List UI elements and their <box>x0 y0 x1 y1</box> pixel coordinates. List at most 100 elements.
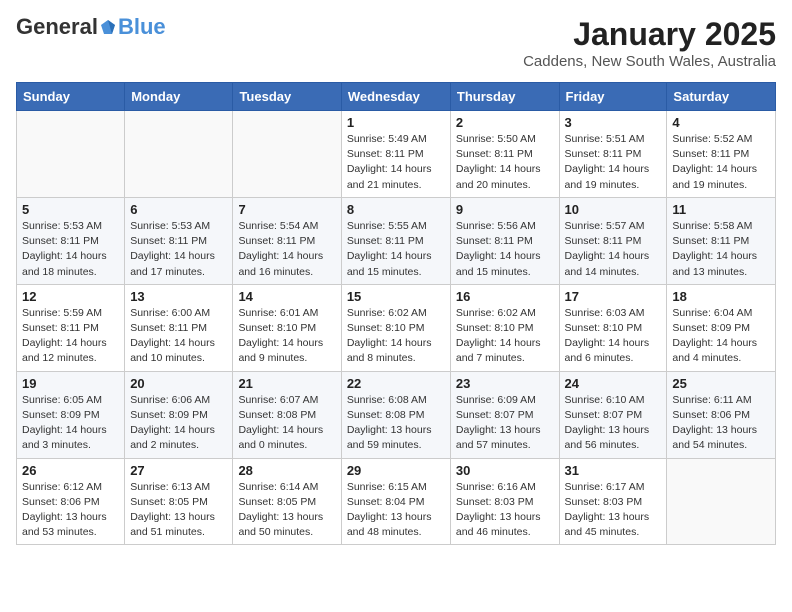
day-info: Sunrise: 5:56 AM Sunset: 8:11 PM Dayligh… <box>456 219 554 280</box>
day-info: Sunrise: 6:05 AM Sunset: 8:09 PM Dayligh… <box>22 393 119 454</box>
calendar-cell: 11 Sunrise: 5:58 AM Sunset: 8:11 PM Dayli… <box>667 197 776 284</box>
calendar-cell: 2 Sunrise: 5:50 AM Sunset: 8:11 PM Daylig… <box>450 111 559 198</box>
logo: General Blue <box>16 16 166 38</box>
day-number: 16 <box>456 289 554 304</box>
calendar-header-sunday: Sunday <box>17 83 125 111</box>
day-info: Sunrise: 6:03 AM Sunset: 8:10 PM Dayligh… <box>565 306 662 367</box>
day-info: Sunrise: 6:02 AM Sunset: 8:10 PM Dayligh… <box>347 306 445 367</box>
day-number: 8 <box>347 202 445 217</box>
calendar-cell: 29 Sunrise: 6:15 AM Sunset: 8:04 PM Dayli… <box>341 458 450 545</box>
day-info: Sunrise: 5:53 AM Sunset: 8:11 PM Dayligh… <box>22 219 119 280</box>
title-block: January 2025 Caddens, New South Wales, A… <box>523 16 776 70</box>
location-title: Caddens, New South Wales, Australia <box>523 53 776 70</box>
calendar-cell: 6 Sunrise: 5:53 AM Sunset: 8:11 PM Daylig… <box>125 197 233 284</box>
logo-flag-icon <box>99 18 117 36</box>
calendar-cell: 30Sunrise: 6:16 AM Sunset: 8:03 PM Dayli… <box>450 458 559 545</box>
calendar-cell: 14 Sunrise: 6:01 AM Sunset: 8:10 PM Dayli… <box>233 284 341 371</box>
calendar-header-thursday: Thursday <box>450 83 559 111</box>
day-info: Sunrise: 5:57 AM Sunset: 8:11 PM Dayligh… <box>565 219 662 280</box>
day-info: Sunrise: 6:04 AM Sunset: 8:09 PM Dayligh… <box>672 306 770 367</box>
calendar-cell: 28Sunrise: 6:14 AM Sunset: 8:05 PM Dayli… <box>233 458 341 545</box>
day-info: Sunrise: 6:14 AM Sunset: 8:05 PM Dayligh… <box>238 480 335 541</box>
calendar-header-saturday: Saturday <box>667 83 776 111</box>
day-info: Sunrise: 6:01 AM Sunset: 8:10 PM Dayligh… <box>238 306 335 367</box>
calendar-cell: 22Sunrise: 6:08 AM Sunset: 8:08 PM Dayli… <box>341 371 450 458</box>
calendar-cell: 31Sunrise: 6:17 AM Sunset: 8:03 PM Dayli… <box>559 458 667 545</box>
day-info: Sunrise: 6:13 AM Sunset: 8:05 PM Dayligh… <box>130 480 227 541</box>
calendar-cell: 17 Sunrise: 6:03 AM Sunset: 8:10 PM Dayli… <box>559 284 667 371</box>
calendar-cell <box>125 111 233 198</box>
day-info: Sunrise: 5:58 AM Sunset: 8:11 PM Dayligh… <box>672 219 770 280</box>
calendar-week-row: 19 Sunrise: 6:05 AM Sunset: 8:09 PM Dayli… <box>17 371 776 458</box>
day-number: 6 <box>130 202 227 217</box>
day-info: Sunrise: 5:55 AM Sunset: 8:11 PM Dayligh… <box>347 219 445 280</box>
calendar-week-row: 5Sunrise: 5:53 AM Sunset: 8:11 PM Daylig… <box>17 197 776 284</box>
calendar-header-friday: Friday <box>559 83 667 111</box>
day-number: 10 <box>565 202 662 217</box>
day-info: Sunrise: 5:50 AM Sunset: 8:11 PM Dayligh… <box>456 132 554 193</box>
day-number: 9 <box>456 202 554 217</box>
day-info: Sunrise: 6:11 AM Sunset: 8:06 PM Dayligh… <box>672 393 770 454</box>
day-number: 24 <box>565 376 662 391</box>
calendar-cell: 26 Sunrise: 6:12 AM Sunset: 8:06 PM Dayli… <box>17 458 125 545</box>
calendar-cell: 13 Sunrise: 6:00 AM Sunset: 8:11 PM Dayli… <box>125 284 233 371</box>
day-number: 17 <box>565 289 662 304</box>
day-number: 11 <box>672 202 770 217</box>
page-header: General Blue January 2025 Caddens, New S… <box>16 16 776 70</box>
calendar-cell: 5Sunrise: 5:53 AM Sunset: 8:11 PM Daylig… <box>17 197 125 284</box>
day-info: Sunrise: 6:06 AM Sunset: 8:09 PM Dayligh… <box>130 393 227 454</box>
calendar-cell: 20 Sunrise: 6:06 AM Sunset: 8:09 PM Dayli… <box>125 371 233 458</box>
day-info: Sunrise: 6:15 AM Sunset: 8:04 PM Dayligh… <box>347 480 445 541</box>
day-number: 12 <box>22 289 119 304</box>
day-info: Sunrise: 5:54 AM Sunset: 8:11 PM Dayligh… <box>238 219 335 280</box>
day-number: 3 <box>565 115 662 130</box>
day-info: Sunrise: 5:49 AM Sunset: 8:11 PM Dayligh… <box>347 132 445 193</box>
calendar-cell: 27 Sunrise: 6:13 AM Sunset: 8:05 PM Dayli… <box>125 458 233 545</box>
day-number: 13 <box>130 289 227 304</box>
day-info: Sunrise: 6:10 AM Sunset: 8:07 PM Dayligh… <box>565 393 662 454</box>
day-number: 20 <box>130 376 227 391</box>
calendar-cell: 19 Sunrise: 6:05 AM Sunset: 8:09 PM Dayli… <box>17 371 125 458</box>
day-number: 23 <box>456 376 554 391</box>
calendar-cell: 15 Sunrise: 6:02 AM Sunset: 8:10 PM Dayli… <box>341 284 450 371</box>
day-number: 29 <box>347 463 445 478</box>
calendar-cell: 3Sunrise: 5:51 AM Sunset: 8:11 PM Daylig… <box>559 111 667 198</box>
day-info: Sunrise: 6:12 AM Sunset: 8:06 PM Dayligh… <box>22 480 119 541</box>
day-info: Sunrise: 5:59 AM Sunset: 8:11 PM Dayligh… <box>22 306 119 367</box>
calendar-header-monday: Monday <box>125 83 233 111</box>
calendar-cell: 1Sunrise: 5:49 AM Sunset: 8:11 PM Daylig… <box>341 111 450 198</box>
calendar-cell: 9 Sunrise: 5:56 AM Sunset: 8:11 PM Daylig… <box>450 197 559 284</box>
day-number: 19 <box>22 376 119 391</box>
day-number: 2 <box>456 115 554 130</box>
day-number: 27 <box>130 463 227 478</box>
logo-blue-text: Blue <box>118 16 166 38</box>
day-info: Sunrise: 5:52 AM Sunset: 8:11 PM Dayligh… <box>672 132 770 193</box>
calendar-cell: 18 Sunrise: 6:04 AM Sunset: 8:09 PM Dayli… <box>667 284 776 371</box>
day-number: 4 <box>672 115 770 130</box>
day-number: 26 <box>22 463 119 478</box>
day-info: Sunrise: 6:17 AM Sunset: 8:03 PM Dayligh… <box>565 480 662 541</box>
day-number: 18 <box>672 289 770 304</box>
day-number: 15 <box>347 289 445 304</box>
calendar-cell: 4 Sunrise: 5:52 AM Sunset: 8:11 PM Daylig… <box>667 111 776 198</box>
calendar-week-row: 1Sunrise: 5:49 AM Sunset: 8:11 PM Daylig… <box>17 111 776 198</box>
calendar-header-tuesday: Tuesday <box>233 83 341 111</box>
calendar-cell: 10 Sunrise: 5:57 AM Sunset: 8:11 PM Dayli… <box>559 197 667 284</box>
calendar-cell: 21 Sunrise: 6:07 AM Sunset: 8:08 PM Dayli… <box>233 371 341 458</box>
day-info: Sunrise: 6:07 AM Sunset: 8:08 PM Dayligh… <box>238 393 335 454</box>
calendar-table: SundayMondayTuesdayWednesdayThursdayFrid… <box>16 82 776 545</box>
calendar-header-wednesday: Wednesday <box>341 83 450 111</box>
day-number: 14 <box>238 289 335 304</box>
day-info: Sunrise: 6:00 AM Sunset: 8:11 PM Dayligh… <box>130 306 227 367</box>
calendar-week-row: 12 Sunrise: 5:59 AM Sunset: 8:11 PM Dayli… <box>17 284 776 371</box>
day-info: Sunrise: 6:08 AM Sunset: 8:08 PM Dayligh… <box>347 393 445 454</box>
day-info: Sunrise: 6:09 AM Sunset: 8:07 PM Dayligh… <box>456 393 554 454</box>
day-info: Sunrise: 6:02 AM Sunset: 8:10 PM Dayligh… <box>456 306 554 367</box>
logo-general-text: General <box>16 16 98 38</box>
calendar-cell: 12 Sunrise: 5:59 AM Sunset: 8:11 PM Dayli… <box>17 284 125 371</box>
day-info: Sunrise: 5:53 AM Sunset: 8:11 PM Dayligh… <box>130 219 227 280</box>
day-number: 21 <box>238 376 335 391</box>
calendar-cell: 23 Sunrise: 6:09 AM Sunset: 8:07 PM Dayli… <box>450 371 559 458</box>
calendar-cell: 7Sunrise: 5:54 AM Sunset: 8:11 PM Daylig… <box>233 197 341 284</box>
calendar-cell: 25Sunrise: 6:11 AM Sunset: 8:06 PM Dayli… <box>667 371 776 458</box>
